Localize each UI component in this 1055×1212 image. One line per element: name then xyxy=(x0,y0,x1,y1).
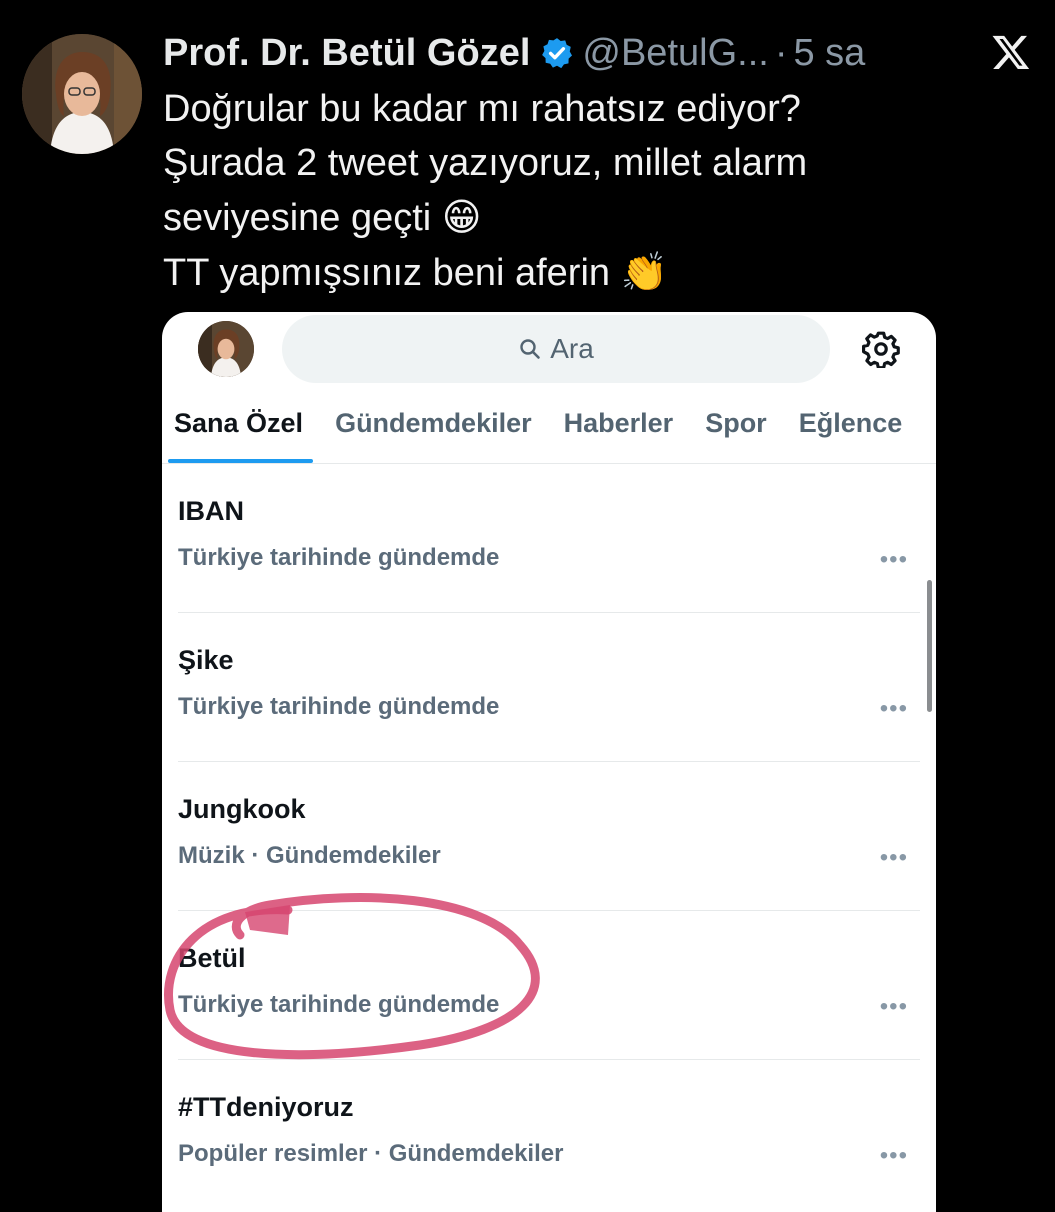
trend-item[interactable]: #TTdeniyoruz Popüler resimler · Gündemde… xyxy=(178,1060,920,1209)
more-icon[interactable]: ••• xyxy=(880,993,908,1021)
tab-eglence[interactable]: Eğlence xyxy=(799,396,903,463)
tweet-text: Doğrular bu kadar mı rahatsız ediyor? Şu… xyxy=(163,82,1023,300)
tweet-line: TT yapmışsınız beni aferin xyxy=(163,252,611,294)
clap-emoji: 👏 xyxy=(620,250,668,294)
trend-title: Jungkook xyxy=(178,794,306,824)
search-input[interactable]: Ara xyxy=(282,315,830,383)
trend-item[interactable]: IBAN Türkiye tarihinde gündemde ••• xyxy=(178,464,920,613)
tab-gundemdekiler[interactable]: Gündemdekiler xyxy=(335,396,532,463)
separator-dot: · xyxy=(774,32,788,74)
author-handle[interactable]: @BetulG... xyxy=(582,30,768,76)
trend-title: #TTdeniyoruz xyxy=(178,1092,354,1122)
more-icon[interactable]: ••• xyxy=(880,546,908,574)
trend-meta: Türkiye tarihinde gündemde xyxy=(178,544,500,571)
explore-tabs: Sana Özel Gündemdekiler Haberler Spor Eğ… xyxy=(162,396,936,464)
trend-title: Şike xyxy=(178,645,234,675)
trend-meta: Türkiye tarihinde gündemde xyxy=(178,991,500,1018)
trend-item[interactable]: Şike Türkiye tarihinde gündemde ••• xyxy=(178,613,920,762)
author-avatar[interactable] xyxy=(22,34,142,154)
tweet-time[interactable]: 5 sa xyxy=(793,30,865,76)
tweet-line: seviyesine geçti xyxy=(163,197,432,239)
more-icon[interactable]: ••• xyxy=(880,844,908,872)
explore-screenshot[interactable]: Ara Sana Özel Gündemdekiler Haberler Spo… xyxy=(162,312,936,1212)
grin-emoji: 😁 xyxy=(441,195,482,239)
trend-item[interactable]: Betül Türkiye tarihinde gündemde ••• xyxy=(178,911,920,1060)
gear-icon[interactable] xyxy=(862,330,900,368)
author-name[interactable]: Prof. Dr. Betül Gözel xyxy=(163,30,530,76)
search-icon xyxy=(520,339,541,359)
trend-meta: Müzik · Gündemdekiler xyxy=(178,842,441,869)
scrollbar[interactable] xyxy=(927,580,932,712)
search-placeholder: Ara xyxy=(550,333,594,364)
trend-title: IBAN xyxy=(178,496,244,526)
profile-avatar[interactable] xyxy=(198,321,254,377)
verified-badge-icon xyxy=(542,38,573,69)
x-logo-icon[interactable] xyxy=(991,32,1031,72)
tab-haberler[interactable]: Haberler xyxy=(564,396,674,463)
trend-meta: Popüler resimler · Gündemdekiler xyxy=(178,1140,564,1167)
trend-title: Betül xyxy=(178,943,246,973)
tab-spor[interactable]: Spor xyxy=(705,396,767,463)
more-icon[interactable]: ••• xyxy=(880,695,908,723)
more-icon[interactable]: ••• xyxy=(880,1142,908,1170)
tweet-line: Doğrular bu kadar mı rahatsız ediyor? xyxy=(163,88,801,130)
trend-item[interactable]: Jungkook Müzik · Gündemdekiler ••• xyxy=(178,762,920,911)
tab-sana-ozel[interactable]: Sana Özel xyxy=(167,396,314,463)
trend-meta: Türkiye tarihinde gündemde xyxy=(178,693,500,720)
tweet-line: Şurada 2 tweet yazıyoruz, millet alarm xyxy=(163,142,808,184)
tweet-header: Prof. Dr. Betül Gözel @BetulG... · 5 sa xyxy=(163,30,965,76)
